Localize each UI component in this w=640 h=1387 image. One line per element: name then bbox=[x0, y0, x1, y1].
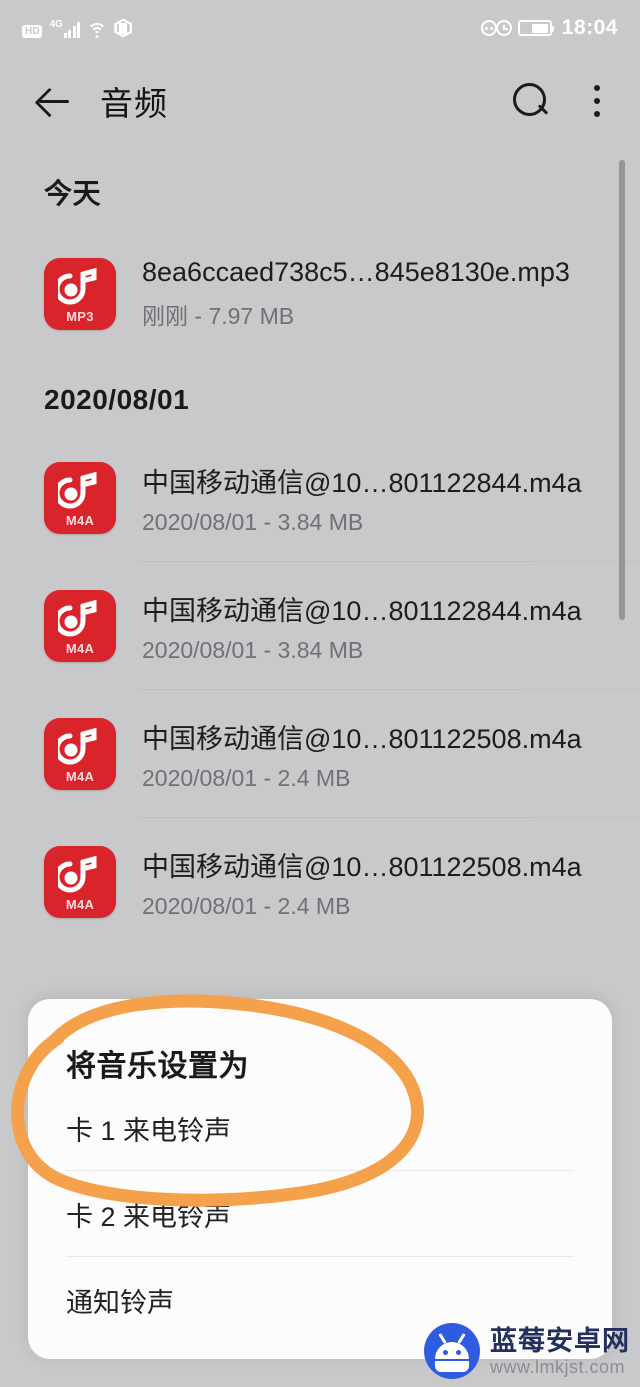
app-bar-actions bbox=[510, 81, 610, 121]
audio-file-icon: M4A bbox=[44, 462, 116, 534]
app-bar: 音频 bbox=[0, 56, 640, 146]
file-ext-label: MP3 bbox=[66, 309, 94, 324]
music-note-icon bbox=[58, 268, 97, 305]
list-item-text: 中国移动通信@10…801122508.m4a 2020/08/01 - 2.4… bbox=[142, 845, 582, 920]
alarm-icon bbox=[480, 20, 497, 36]
music-note-icon bbox=[58, 728, 97, 765]
audio-file-icon: M4A bbox=[44, 718, 116, 790]
list-item-text: 8ea6ccaed738c5…845e8130e.mp3 刚刚 - 7.97 M… bbox=[142, 257, 570, 331]
page-title: 音频 bbox=[100, 85, 168, 122]
file-name: 中国移动通信@10…801122844.m4a bbox=[142, 467, 582, 498]
list-item[interactable]: M4A 中国移动通信@10…801122844.m4a 2020/08/01 -… bbox=[0, 562, 640, 690]
list-item[interactable]: MP3 8ea6ccaed738c5…845e8130e.mp3 刚刚 - 7.… bbox=[0, 230, 640, 358]
file-ext-label: M4A bbox=[65, 513, 95, 528]
file-meta: 刚刚 - 7.97 MB bbox=[142, 303, 295, 329]
music-note-icon bbox=[58, 600, 97, 637]
status-bar-clock: 18:04 bbox=[561, 16, 618, 39]
back-arrow-icon[interactable] bbox=[30, 78, 76, 124]
list-item[interactable]: M4A 中国移动通信@10…801122508.m4a 2020/08/01 -… bbox=[0, 818, 640, 946]
file-name: 8ea6ccaed738c5…845e8130e.mp3 bbox=[142, 257, 570, 287]
file-meta: 2020/08/01 - 3.84 MB bbox=[142, 636, 364, 663]
audio-file-icon: M4A bbox=[44, 846, 116, 918]
set-as-ringtone-sheet: 将音乐设置为 卡 1 来电铃声 卡 2 来电铃声 通知铃声 bbox=[28, 999, 612, 1359]
file-ext-label: M4A bbox=[65, 769, 95, 784]
audio-file-icon: MP3 bbox=[44, 258, 116, 330]
music-note-icon bbox=[58, 856, 97, 893]
signal-strength-bars bbox=[63, 21, 81, 38]
status-bar-right: 18:04 bbox=[480, 16, 618, 40]
shield-icon bbox=[114, 18, 133, 38]
list-item-text: 中国移动通信@10…801122844.m4a 2020/08/01 - 3.8… bbox=[142, 461, 582, 536]
section-header-today: 今天 bbox=[44, 178, 102, 209]
signal-bars-icon: 4G bbox=[49, 18, 81, 38]
sheet-option-label: 卡 2 来电铃声 bbox=[66, 1201, 232, 1232]
status-bar-left: HD 4G bbox=[22, 18, 133, 38]
list-item-text: 中国移动通信@10…801122508.m4a 2020/08/01 - 2.4… bbox=[142, 717, 582, 792]
file-meta: 2020/08/01 - 2.4 MB bbox=[142, 892, 351, 919]
watermark-site-name: 蓝莓安卓网 bbox=[490, 1325, 630, 1356]
sheet-option-label: 卡 1 来电铃声 bbox=[66, 1115, 232, 1146]
file-name: 中国移动通信@10…801122508.m4a bbox=[142, 723, 582, 754]
file-name: 中国移动通信@10…801122508.m4a bbox=[142, 851, 582, 882]
hd-icon: HD bbox=[22, 24, 43, 38]
battery-icon bbox=[517, 20, 554, 36]
music-note-icon bbox=[58, 472, 97, 509]
audio-file-icon: M4A bbox=[44, 590, 116, 662]
file-ext-label: M4A bbox=[65, 897, 95, 912]
status-bar: HD 4G 18:04 bbox=[0, 0, 640, 56]
search-icon[interactable] bbox=[510, 81, 550, 121]
list-item[interactable]: M4A 中国移动通信@10…801122508.m4a 2020/08/01 -… bbox=[0, 690, 640, 818]
sheet-option-sim2-ringtone[interactable]: 卡 2 来电铃声 bbox=[28, 1171, 612, 1257]
site-watermark: 蓝莓安卓网 www.lmkjst.com bbox=[424, 1323, 630, 1379]
wifi-icon bbox=[87, 22, 108, 38]
sheet-option-sim1-ringtone[interactable]: 卡 1 来电铃声 bbox=[28, 1085, 612, 1171]
file-meta: 2020/08/01 - 2.4 MB bbox=[142, 764, 351, 791]
section-header-date: 2020/08/01 bbox=[44, 384, 190, 415]
clock-icon bbox=[495, 20, 512, 36]
file-ext-label: M4A bbox=[65, 641, 95, 656]
list-item-text: 中国移动通信@10…801122844.m4a 2020/08/01 - 3.8… bbox=[142, 589, 582, 664]
watermark-text: 蓝莓安卓网 www.lmkjst.com bbox=[490, 1326, 630, 1377]
watermark-url: www.lmkjst.com bbox=[490, 1356, 626, 1377]
file-meta: 2020/08/01 - 3.84 MB bbox=[142, 508, 364, 535]
audio-file-list: 今天 MP3 8ea6ccaed738c5…845e8130e.mp3 刚刚 -… bbox=[0, 146, 640, 946]
sheet-title: 将音乐设置为 bbox=[66, 1050, 249, 1083]
list-item[interactable]: M4A 中国移动通信@10…801122844.m4a 2020/08/01 -… bbox=[0, 434, 640, 562]
sheet-option-label: 通知铃声 bbox=[66, 1287, 174, 1318]
android-robot-icon bbox=[424, 1323, 480, 1379]
more-options-icon[interactable] bbox=[584, 81, 610, 121]
vertical-scrollbar[interactable] bbox=[619, 160, 625, 620]
network-type-label: 4G bbox=[49, 18, 63, 30]
file-name: 中国移动通信@10…801122844.m4a bbox=[142, 595, 582, 626]
